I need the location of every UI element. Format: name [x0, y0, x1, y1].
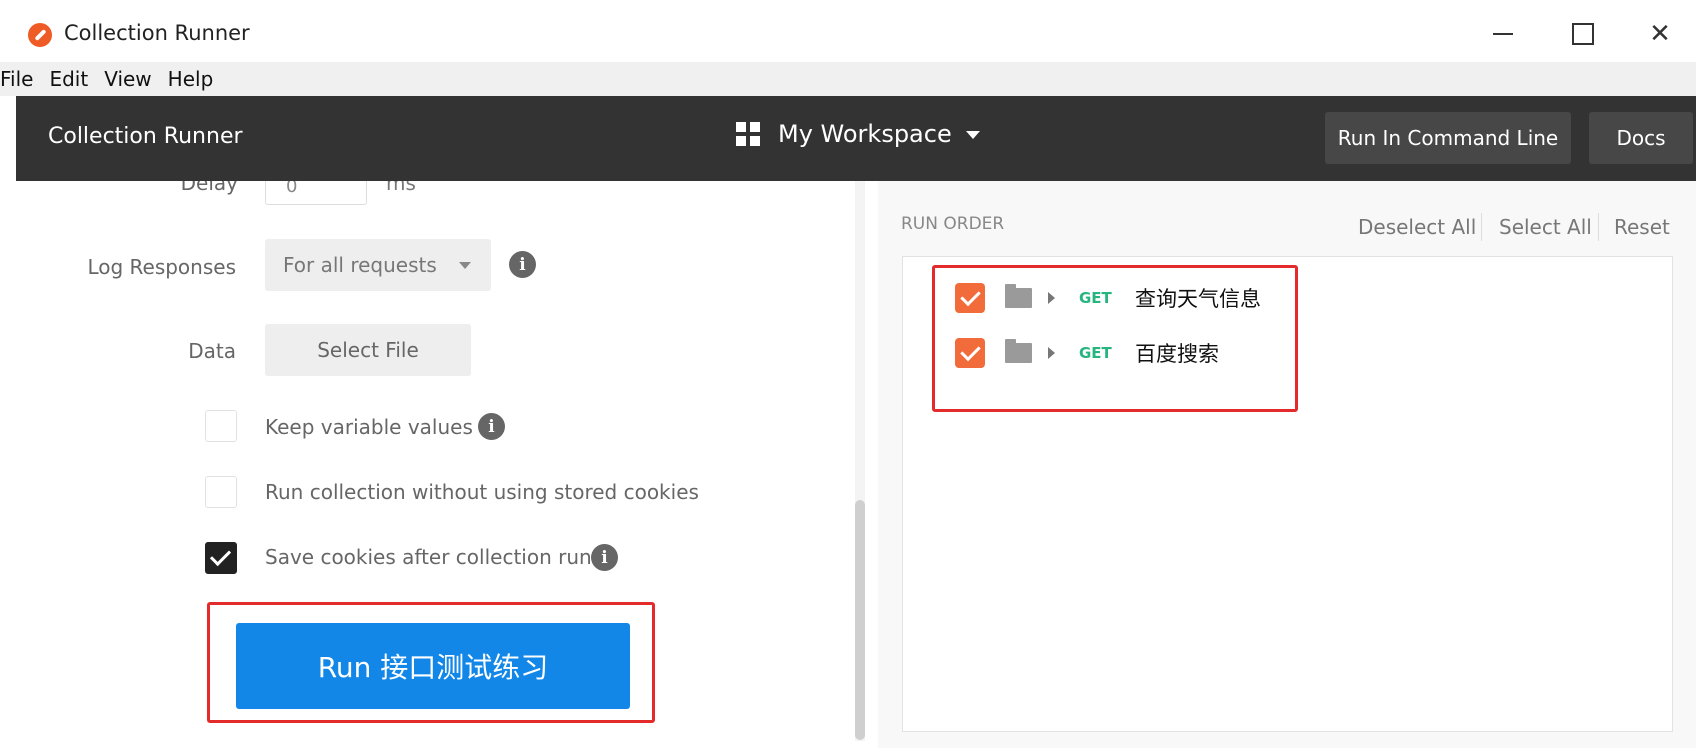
postman-logo-icon [28, 23, 52, 47]
minimize-button[interactable] [1479, 14, 1527, 54]
keep-variable-values-label: Keep variable values [265, 415, 473, 439]
dropdown-arrow-icon [458, 261, 471, 269]
scrollbar-thumb[interactable] [855, 500, 865, 740]
close-icon: ✕ [1649, 19, 1671, 49]
request-checkbox[interactable] [955, 338, 985, 368]
folder-icon [1005, 339, 1032, 363]
request-name: 百度搜索 [1135, 342, 1219, 366]
delay-value: 0 [286, 181, 298, 197]
menu-edit[interactable]: Edit [41, 67, 96, 91]
folder-icon [1005, 284, 1032, 308]
window-title: Collection Runner [64, 21, 250, 45]
select-all-link[interactable]: Select All [1499, 215, 1592, 239]
list-item[interactable]: GET 百度搜索 [955, 336, 1219, 370]
run-order-heading: RUN ORDER [901, 214, 1005, 234]
select-file-button[interactable]: Select File [265, 324, 471, 376]
menu-file[interactable]: File [0, 67, 41, 91]
docs-button[interactable]: Docs [1589, 112, 1693, 164]
info-icon[interactable]: i [591, 544, 618, 571]
log-responses-value: For all requests [283, 253, 437, 277]
no-stored-cookies-label: Run collection without using stored cook… [265, 480, 699, 504]
app-header: Collection Runner My Workspace Run In Co… [16, 96, 1696, 181]
request-name: 查询天气信息 [1135, 287, 1261, 311]
info-icon[interactable]: i [509, 251, 536, 278]
delay-label: Delay [180, 181, 238, 195]
save-cookies-label: Save cookies after collection run [265, 545, 592, 569]
method-badge: GET [1079, 344, 1112, 362]
reset-link[interactable]: Reset [1614, 215, 1670, 239]
run-in-command-line-button[interactable]: Run In Command Line [1325, 112, 1571, 164]
method-badge: GET [1079, 289, 1112, 307]
request-checkbox[interactable] [955, 283, 985, 313]
deselect-all-link[interactable]: Deselect All [1358, 215, 1476, 239]
ms-unit-label: ms [386, 181, 416, 195]
menu-bar: File Edit View Help [0, 62, 1696, 96]
menu-view[interactable]: View [96, 67, 159, 91]
maximize-button[interactable] [1559, 14, 1607, 54]
workspace-name: My Workspace [778, 120, 952, 148]
info-icon[interactable]: i [478, 413, 505, 440]
no-stored-cookies-checkbox[interactable] [205, 476, 237, 508]
menu-help[interactable]: Help [160, 67, 222, 91]
workspace-grid-icon [736, 122, 760, 146]
delay-input[interactable]: 0 [265, 181, 367, 205]
list-item[interactable]: GET 查询天气信息 [955, 281, 1261, 315]
maximize-icon [1572, 23, 1594, 45]
expand-arrow-icon[interactable] [1048, 347, 1055, 359]
runner-settings-pane: Delay 0 ms Log Responses For all request… [0, 181, 840, 748]
workspace-switcher[interactable]: My Workspace [736, 120, 980, 148]
expand-arrow-icon[interactable] [1048, 292, 1055, 304]
log-responses-select[interactable]: For all requests [265, 239, 491, 291]
run-collection-button[interactable]: Run 接口测试练习 [236, 623, 630, 709]
keep-variable-values-checkbox[interactable] [205, 410, 237, 442]
chevron-down-icon [965, 131, 980, 139]
page-title: Collection Runner [48, 124, 243, 149]
close-button[interactable]: ✕ [1636, 14, 1684, 54]
window-title-bar: Collection Runner ✕ [0, 0, 1696, 62]
minimize-icon [1493, 33, 1513, 35]
divider [1481, 213, 1482, 241]
save-cookies-checkbox[interactable] [205, 542, 237, 574]
data-label: Data [188, 339, 236, 363]
divider [1598, 213, 1599, 241]
log-responses-label: Log Responses [87, 255, 236, 279]
